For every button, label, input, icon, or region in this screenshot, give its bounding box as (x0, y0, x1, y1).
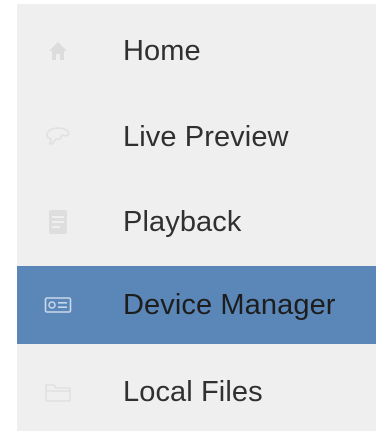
device-manager-icon (43, 290, 73, 320)
folder-icon (43, 377, 73, 407)
sidebar-item-label: Device Manager (123, 288, 336, 321)
home-icon (43, 36, 73, 66)
sidebar-item-label: Home (123, 34, 201, 67)
sidebar-item-home[interactable]: Home (17, 12, 376, 90)
sidebar-item-label: Live Preview (123, 120, 289, 153)
playback-icon (43, 207, 73, 237)
sidebar-item-label: Playback (123, 205, 242, 238)
sidebar-item-device-manager[interactable]: Device Manager (17, 266, 376, 344)
live-preview-icon (43, 122, 73, 152)
sidebar-item-live-preview[interactable]: Live Preview (17, 98, 376, 176)
sidebar-menu: Home Live Preview Playback Device Manage… (17, 4, 376, 431)
sidebar-item-local-files[interactable]: Local Files (17, 353, 376, 431)
sidebar-item-playback[interactable]: Playback (17, 183, 376, 261)
sidebar-item-label: Local Files (123, 375, 263, 408)
